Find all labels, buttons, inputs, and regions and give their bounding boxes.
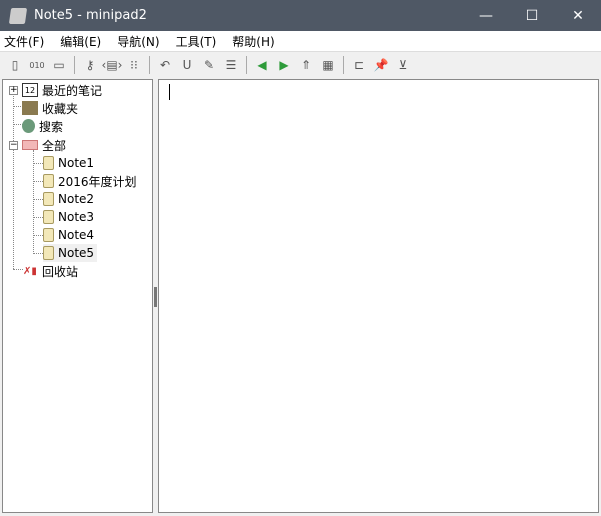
- binary-note-icon: 010: [29, 60, 45, 70]
- tree-item-favorites[interactable]: 收藏夹: [22, 99, 78, 117]
- app-icon: [8, 7, 28, 24]
- window-title: Note5 - minipad2: [34, 8, 147, 23]
- tree-item-note[interactable]: Note1: [43, 154, 97, 172]
- tree-item-note[interactable]: Note3: [43, 208, 97, 226]
- tree-label: 收藏夹: [42, 101, 79, 116]
- text-caret: [169, 84, 170, 100]
- back-arrow-icon: ◀: [257, 58, 267, 72]
- up-level-button[interactable]: ⇑: [295, 54, 317, 76]
- menu-navigate[interactable]: 导航(N): [117, 33, 159, 50]
- save-down-icon: ⊻: [398, 58, 408, 72]
- insert-line-button[interactable]: ☰: [220, 54, 242, 76]
- add-link-icon: ⚷: [85, 58, 95, 72]
- folder-icon: [22, 140, 38, 150]
- undo-button[interactable]: ↶: [154, 54, 176, 76]
- binary-note-button[interactable]: 010: [26, 54, 48, 76]
- collapse-toggle[interactable]: −: [9, 141, 18, 150]
- tree-label: Note1: [58, 156, 95, 170]
- note-icon: [43, 174, 54, 188]
- toolbar-separator: [149, 56, 150, 74]
- tree-label: Note4: [58, 228, 95, 242]
- new-folder-icon: ▭: [53, 58, 65, 72]
- pin-icon: 📌: [373, 58, 389, 72]
- splitter-grip[interactable]: [154, 287, 157, 307]
- new-note-button[interactable]: ▯: [4, 54, 26, 76]
- tree-view-icon: ⊏: [353, 58, 365, 72]
- tree-view-button[interactable]: ⊏: [348, 54, 370, 76]
- favorites-button[interactable]: ▦: [317, 54, 339, 76]
- tree-item-note[interactable]: Note2: [43, 190, 97, 208]
- minimize-button[interactable]: —: [463, 0, 509, 31]
- note-icon: [43, 228, 54, 242]
- up-level-icon: ⇑: [300, 58, 312, 72]
- expand-toggle[interactable]: +: [9, 86, 18, 95]
- note-editor[interactable]: [158, 79, 599, 513]
- tree-item-recent[interactable]: 12 最近的笔记: [22, 81, 102, 99]
- menu-tools[interactable]: 工具(T): [176, 33, 217, 50]
- tree-item-note[interactable]: Note5: [43, 244, 98, 262]
- menu-help[interactable]: 帮助(H): [232, 33, 274, 50]
- tree-label: Note3: [58, 210, 95, 224]
- tree-label: Note5: [58, 246, 95, 260]
- note-icon: [43, 156, 54, 170]
- tree-label: 搜索: [39, 119, 64, 134]
- recycle-bin-icon: ✗▮: [23, 265, 37, 277]
- tree-label: 回收站: [42, 264, 79, 279]
- forward-arrow-icon: ▶: [279, 58, 289, 72]
- favorites-icon: [22, 101, 38, 115]
- search-icon: [22, 119, 35, 133]
- back-arrow-button[interactable]: ◀: [251, 54, 273, 76]
- tree-label: 最近的笔记: [42, 83, 103, 98]
- tree-label: 全部: [42, 138, 67, 153]
- tree-item-search[interactable]: 搜索: [22, 117, 63, 135]
- tree-item-note[interactable]: Note4: [43, 226, 97, 244]
- save-down-button[interactable]: ⊻: [392, 54, 414, 76]
- new-folder-button[interactable]: ▭: [48, 54, 70, 76]
- new-note-icon: ▯: [11, 58, 19, 72]
- toolbar-separator: [74, 56, 75, 74]
- underline-button[interactable]: U: [176, 54, 198, 76]
- toolbar: ▯ 010 ▭ ⚷ ‹▤› ⁝⁝ ↶ U ✎ ☰ ◀ ▶ ⇑ ▦ ⊏ 📌 ⊻: [0, 51, 601, 78]
- insert-line-icon: ☰: [225, 58, 237, 72]
- tree-item-note[interactable]: 2016年度计划: [43, 172, 140, 190]
- tree-label: 2016年度计划: [58, 174, 137, 189]
- note-icon: [43, 210, 54, 224]
- close-button[interactable]: ✕: [555, 0, 601, 31]
- add-link-button[interactable]: ⚷: [79, 54, 101, 76]
- undo-icon: ↶: [159, 58, 171, 72]
- note-tree[interactable]: + − 12 最近的笔记 收藏夹 搜索 全部 Note1 2016年度计划 Note2…: [2, 79, 153, 513]
- toolbar-separator: [246, 56, 247, 74]
- highlight-pen-icon: ✎: [203, 58, 215, 72]
- favorites-icon: ▦: [322, 58, 334, 72]
- highlight-pen-button[interactable]: ✎: [198, 54, 220, 76]
- recent-notes-icon: 12: [22, 83, 38, 97]
- menu-file[interactable]: 文件(F): [4, 33, 44, 50]
- list-view-button[interactable]: ⁝⁝: [123, 54, 145, 76]
- note-icon: [43, 246, 54, 260]
- list-view-icon: ⁝⁝: [130, 58, 138, 72]
- note-icon: [43, 192, 54, 206]
- maximize-button[interactable]: ☐: [509, 0, 555, 31]
- html-tag-icon: ‹▤›: [101, 58, 123, 72]
- html-tag-button[interactable]: ‹▤›: [101, 54, 123, 76]
- title-bar: Note5 - minipad2 — ☐ ✕: [0, 0, 601, 31]
- tree-item-recycle[interactable]: ✗▮ 回收站: [22, 262, 78, 280]
- toolbar-separator: [343, 56, 344, 74]
- forward-arrow-button[interactable]: ▶: [273, 54, 295, 76]
- tree-item-all[interactable]: 全部: [22, 136, 66, 154]
- pin-button[interactable]: 📌: [370, 54, 392, 76]
- menu-edit[interactable]: 编辑(E): [60, 33, 101, 50]
- menu-bar: 文件(F) 编辑(E) 导航(N) 工具(T) 帮助(H): [0, 31, 601, 51]
- underline-icon: U: [182, 58, 192, 72]
- tree-label: Note2: [58, 192, 95, 206]
